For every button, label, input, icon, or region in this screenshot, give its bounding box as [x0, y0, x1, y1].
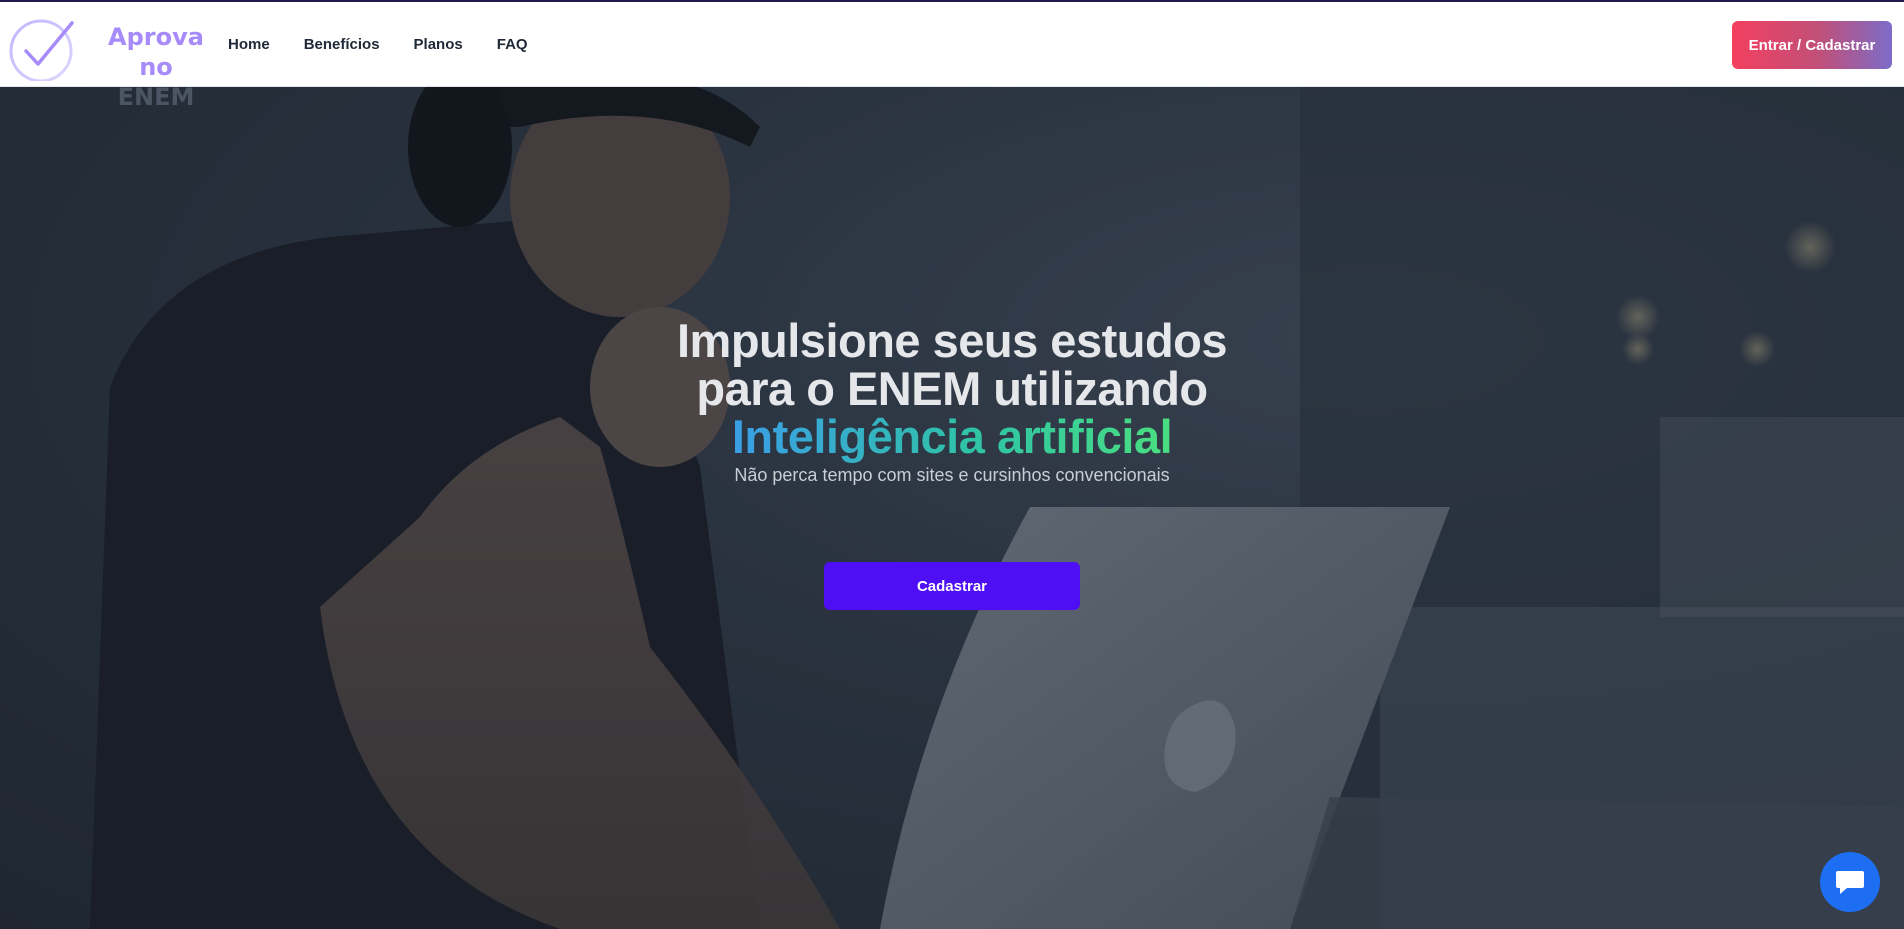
hero-headline-line2: para o ENEM utilizando [696, 362, 1208, 415]
hero-headline-line1: Impulsione seus estudos [676, 314, 1228, 367]
login-signup-button[interactable]: Entrar / Cadastrar [1732, 21, 1892, 69]
signup-button[interactable]: Cadastrar [824, 562, 1080, 610]
hero-headline: Impulsione seus estudos para o ENEM util… [0, 317, 1904, 461]
hero-headline-highlight: Inteligência artificial [731, 410, 1173, 463]
brand-name: Aprova no ENEM [96, 22, 216, 112]
brand-logo[interactable]: Aprova no ENEM [6, 12, 206, 111]
nav-home[interactable]: Home [228, 36, 270, 53]
hero-section: Impulsione seus estudos para o ENEM util… [0, 87, 1904, 929]
hero-subtitle: Não perca tempo com sites e cursinhos co… [734, 465, 1170, 485]
brand-name-line2: ENEM [117, 83, 195, 111]
chat-bubble-icon [1836, 871, 1864, 894]
check-circle-icon [9, 19, 74, 81]
nav-faq[interactable]: FAQ [497, 36, 528, 53]
navbar: Aprova no ENEM Home Benefícios Planos FA… [0, 2, 1904, 111]
hero-overlay [0, 87, 1904, 929]
brand-name-line1: Aprova no [108, 23, 204, 81]
top-accent-line [0, 0, 1904, 2]
chat-button[interactable] [1820, 852, 1880, 912]
main-nav: Home Benefícios Planos FAQ [228, 2, 528, 87]
nav-planos[interactable]: Planos [414, 36, 463, 53]
nav-beneficios[interactable]: Benefícios [304, 36, 380, 53]
hero-content: Impulsione seus estudos para o ENEM util… [0, 317, 1904, 486]
